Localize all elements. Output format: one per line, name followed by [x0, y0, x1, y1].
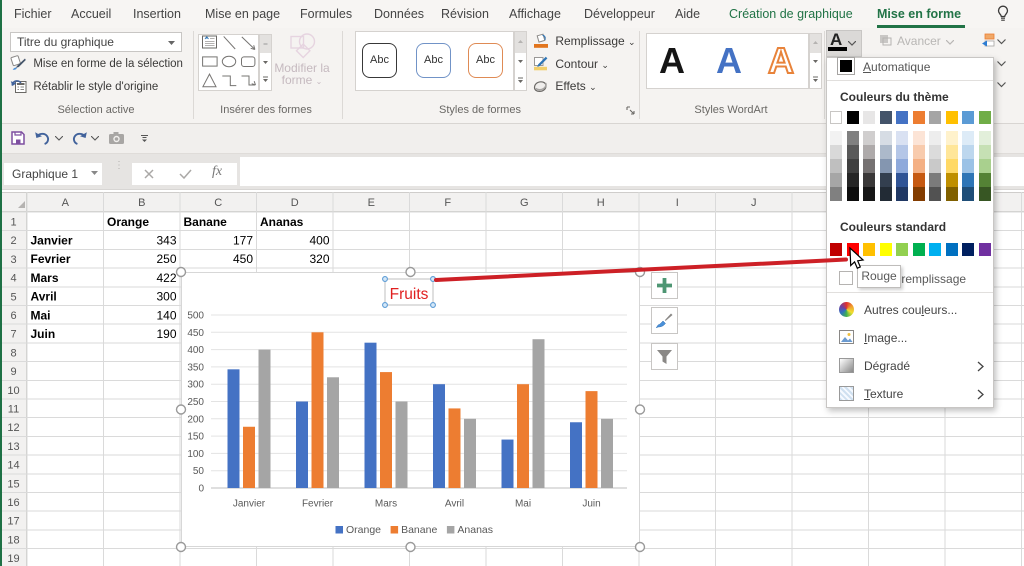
svg-text:1: 1 [10, 217, 16, 229]
svg-text:400: 400 [309, 234, 329, 248]
svg-text:Mars: Mars [375, 499, 397, 510]
svg-text:Banane: Banane [184, 215, 228, 229]
svg-text:18: 18 [7, 534, 19, 546]
svg-text:Banane: Banane [401, 524, 437, 536]
svg-text:2: 2 [10, 235, 16, 247]
svg-text:12: 12 [7, 422, 19, 434]
svg-text:B: B [138, 197, 145, 209]
svg-text:F: F [444, 197, 451, 209]
svg-text:Fevrier: Fevrier [31, 252, 71, 266]
svg-text:350: 350 [187, 362, 204, 373]
svg-text:10: 10 [7, 385, 19, 397]
svg-text:H: H [597, 197, 605, 209]
svg-text:343: 343 [156, 234, 176, 248]
svg-text:9: 9 [10, 366, 16, 378]
svg-text:Janvier: Janvier [31, 234, 73, 248]
svg-text:3: 3 [10, 254, 16, 266]
svg-text:Orange: Orange [107, 215, 149, 229]
svg-text:17: 17 [7, 516, 19, 528]
svg-text:C: C [214, 197, 222, 209]
svg-text:I: I [676, 197, 679, 209]
svg-text:200: 200 [187, 414, 204, 425]
svg-text:14: 14 [7, 460, 19, 472]
svg-text:11: 11 [8, 404, 19, 416]
svg-text:Mai: Mai [31, 308, 51, 322]
svg-text:G: G [520, 197, 529, 209]
svg-text:8: 8 [10, 347, 16, 359]
svg-text:5: 5 [10, 291, 16, 303]
svg-text:Janvier: Janvier [233, 499, 266, 510]
svg-text:Fruits: Fruits [390, 286, 429, 303]
svg-text:100: 100 [187, 449, 204, 460]
svg-text:Fevrier: Fevrier [302, 499, 334, 510]
svg-text:150: 150 [187, 432, 204, 443]
svg-text:250: 250 [187, 397, 204, 408]
svg-text:J: J [751, 197, 757, 209]
svg-text:Ananas: Ananas [457, 524, 493, 536]
svg-text:13: 13 [7, 441, 19, 453]
svg-text:Juin: Juin [582, 499, 600, 510]
svg-text:Ananas: Ananas [260, 215, 304, 229]
svg-text:Mars: Mars [31, 271, 59, 285]
svg-text:Avril: Avril [445, 499, 464, 510]
svg-text:0: 0 [198, 484, 204, 495]
svg-text:Mai: Mai [515, 499, 531, 510]
svg-text:16: 16 [7, 497, 19, 509]
svg-text:6: 6 [10, 310, 16, 322]
svg-text:4: 4 [10, 273, 16, 285]
svg-text:50: 50 [193, 466, 205, 477]
svg-text:500: 500 [187, 311, 204, 322]
svg-text:A: A [62, 197, 70, 209]
svg-text:400: 400 [187, 345, 204, 356]
svg-text:Avril: Avril [31, 290, 57, 304]
svg-text:Juin: Juin [31, 327, 56, 341]
svg-text:450: 450 [187, 328, 204, 339]
svg-text:D: D [291, 197, 299, 209]
svg-text:E: E [368, 197, 375, 209]
svg-text:300: 300 [187, 380, 204, 391]
svg-text:Orange: Orange [346, 524, 381, 536]
svg-text:177: 177 [233, 234, 253, 248]
svg-text:19: 19 [7, 553, 19, 565]
svg-text:7: 7 [10, 329, 16, 341]
svg-text:15: 15 [7, 478, 19, 490]
